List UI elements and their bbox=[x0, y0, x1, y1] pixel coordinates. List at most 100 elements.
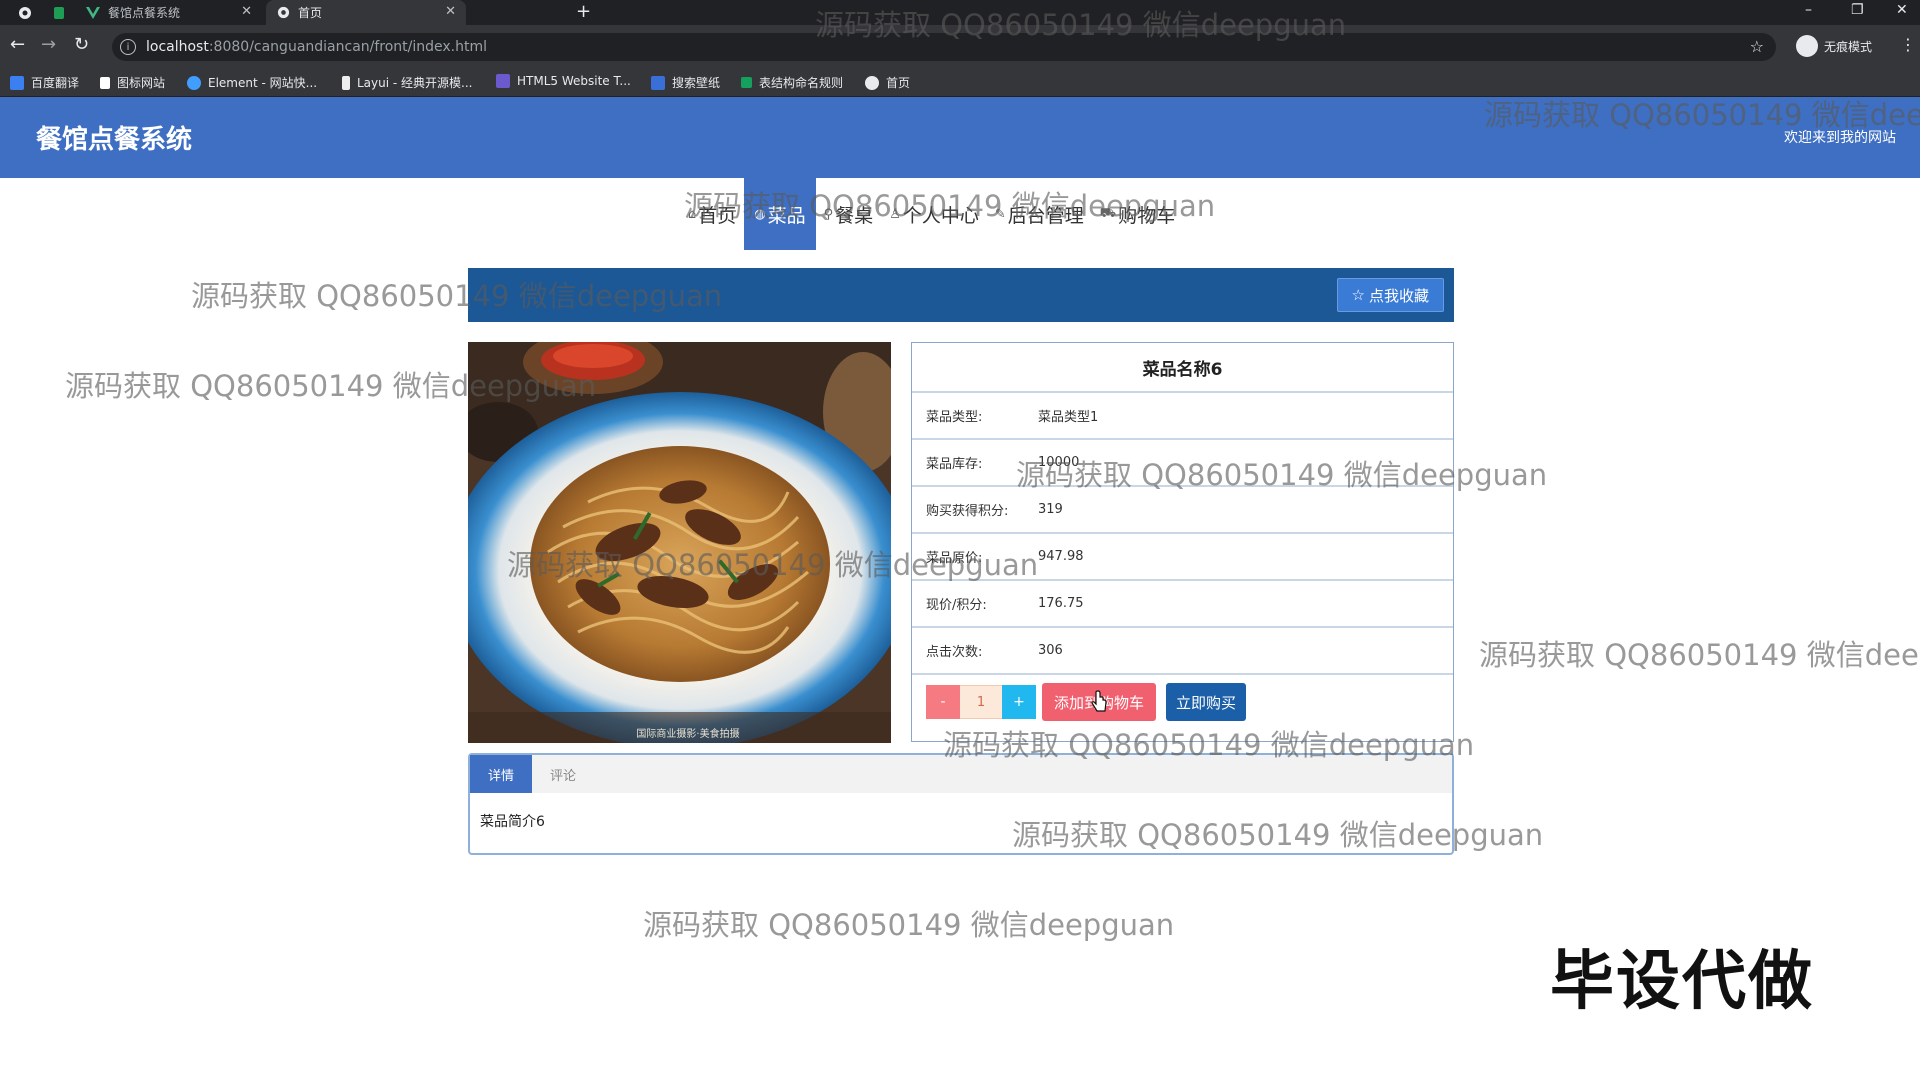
info-row-points: 购买获得积分: 319 bbox=[912, 487, 1453, 534]
chrome-menu-icon[interactable] bbox=[8, 0, 44, 25]
close-tab-icon[interactable]: ✕ bbox=[445, 4, 456, 19]
field-value: 10000 bbox=[1038, 455, 1080, 470]
tab-app-title[interactable]: 餐馆点餐系统 ✕ bbox=[76, 0, 262, 25]
nav-item-admin[interactable]: ✎ 后台管理 bbox=[987, 178, 1092, 250]
field-label: 购买获得积分: bbox=[926, 504, 1009, 519]
bookmark-label: 百度翻译 bbox=[31, 76, 80, 90]
close-window-icon[interactable]: ✕ bbox=[1896, 2, 1908, 18]
bookmark-item[interactable]: 首页 bbox=[865, 74, 910, 91]
info-row-stock: 菜品库存: 10000 bbox=[912, 440, 1453, 487]
url-host: localhost bbox=[146, 39, 209, 55]
favorite-button[interactable]: ☆ 点我收藏 bbox=[1336, 278, 1444, 312]
info-row-current-price: 现价/积分: 176.75 bbox=[912, 581, 1453, 628]
bookmark-item[interactable]: 百度翻译 bbox=[10, 74, 79, 91]
field-label: 现价/积分: bbox=[926, 598, 987, 613]
sheet-icon bbox=[741, 77, 752, 88]
tab-details[interactable]: 详情 bbox=[470, 755, 533, 793]
back-icon[interactable]: ← bbox=[10, 36, 25, 54]
noodle-dish-photo: 国际商业摄影·美食拍摄 bbox=[468, 342, 891, 743]
nav-label: 菜品 bbox=[767, 204, 806, 227]
forward-icon[interactable]: → bbox=[41, 36, 56, 54]
tab-comments[interactable]: 评论 bbox=[532, 755, 594, 793]
flag-icon bbox=[100, 76, 110, 89]
star-icon: ☆ bbox=[1351, 286, 1365, 304]
close-tab-icon[interactable]: ✕ bbox=[241, 4, 252, 19]
nav-label: 首页 bbox=[698, 204, 737, 227]
browser-tab-strip: 餐馆点餐系统 ✕ 首页 ✕ + – ❐ ✕ bbox=[0, 0, 1920, 25]
field-value: 306 bbox=[1038, 643, 1063, 658]
nav-item-tables[interactable]: ⚲ 餐桌 bbox=[816, 178, 882, 250]
nav-label: 个人中心 bbox=[902, 204, 979, 227]
watermark-text: 源码获取 QQ86050149 微信deepguan bbox=[1479, 638, 1920, 672]
cart-icon: ⛟ bbox=[1099, 205, 1117, 221]
pinned-tab-sheet-icon[interactable] bbox=[44, 0, 74, 25]
info-row-clicks: 点击次数: 306 bbox=[912, 628, 1453, 675]
address-bar[interactable]: i localhost:8080/canguandiancan/front/in… bbox=[112, 33, 1776, 61]
bookmarks-bar: 百度翻译 图标网站 Element - 网站快... Layui - 经典开源模… bbox=[0, 67, 1920, 97]
info-row-type: 菜品类型: 菜品类型1 bbox=[912, 393, 1453, 440]
tab-home[interactable]: 首页 ✕ bbox=[266, 0, 466, 25]
nav-item-profile[interactable]: ♙ 个人中心 bbox=[881, 178, 987, 250]
chrome-page-icon bbox=[276, 6, 290, 20]
bookmark-item[interactable]: 表结构命名规则 bbox=[741, 74, 843, 91]
quantity-increase-button[interactable]: + bbox=[1002, 685, 1036, 719]
bookmark-label: 搜索壁纸 bbox=[672, 76, 721, 90]
chrome-page-icon bbox=[865, 75, 879, 90]
tab-title: 首页 bbox=[298, 6, 323, 20]
bookmark-icon bbox=[10, 75, 24, 90]
photo-caption: 国际商业摄影·美食拍摄 bbox=[636, 727, 739, 740]
field-label: 菜品库存: bbox=[926, 457, 983, 472]
browser-menu-icon[interactable]: ⋮ bbox=[1900, 35, 1916, 54]
incognito-indicator[interactable]: 无痕模式 bbox=[1796, 35, 1872, 57]
bookmark-item[interactable]: 图标网站 bbox=[100, 74, 165, 91]
new-tab-icon[interactable]: + bbox=[576, 1, 591, 22]
site-info-icon[interactable]: i bbox=[120, 39, 136, 55]
nav-label: 餐桌 bbox=[835, 204, 874, 227]
bookmark-item[interactable]: Element - 网站快... bbox=[187, 74, 317, 91]
url-path: :8080/canguandiancan/front/index.html bbox=[208, 39, 488, 55]
favorite-label: 点我收藏 bbox=[1368, 286, 1429, 305]
incognito-label: 无痕模式 bbox=[1824, 39, 1873, 54]
purchase-actions: - 1 + 添加到购物车 立即购买 bbox=[912, 675, 1453, 729]
vue-logo-icon bbox=[86, 6, 100, 20]
bookmark-item[interactable]: 搜索壁纸 bbox=[651, 74, 720, 91]
field-value: 176.75 bbox=[1038, 596, 1084, 611]
url-text[interactable]: localhost:8080/canguandiancan/front/inde… bbox=[146, 39, 487, 55]
wrench-icon: ✎ bbox=[994, 206, 1006, 222]
tab-title: 餐馆点餐系统 bbox=[108, 6, 181, 20]
field-value: 319 bbox=[1038, 502, 1063, 517]
tab-header: 详情 评论 bbox=[470, 755, 1452, 793]
layui-logo-icon bbox=[342, 75, 350, 90]
element-logo-icon bbox=[187, 75, 201, 90]
product-image: 国际商业摄影·美食拍摄 bbox=[468, 342, 891, 743]
nav-item-dishes[interactable]: ◍ 菜品 bbox=[744, 178, 816, 250]
field-value: 947.98 bbox=[1038, 549, 1084, 564]
nav-label: 后台管理 bbox=[1007, 204, 1084, 227]
hand-cursor-icon bbox=[1091, 690, 1107, 712]
wallpaper-site-icon bbox=[651, 75, 665, 90]
field-value: 菜品类型1 bbox=[1038, 410, 1099, 425]
bookmark-item[interactable]: HTML5 Website T... bbox=[496, 74, 631, 88]
product-description: 菜品简介6 bbox=[480, 814, 545, 830]
breadcrumb-bar: ☆ 点我收藏 bbox=[468, 268, 1454, 322]
link-icon: ⚲ bbox=[823, 206, 834, 222]
quantity-input[interactable]: 1 bbox=[960, 685, 1002, 719]
bookmark-star-icon[interactable]: ☆ bbox=[1750, 37, 1764, 56]
page-root: 餐馆点餐系统 ✕ 首页 ✕ + – ❐ ✕ ← → ↻ i localhost:… bbox=[0, 0, 1920, 1072]
bookmark-label: 表结构命名规则 bbox=[759, 76, 844, 90]
bookmark-label: Layui - 经典开源模... bbox=[357, 76, 473, 90]
product-info-table: 菜品名称6 菜品类型: 菜品类型1 菜品库存: 10000 购买获得积分: 319 菜… bbox=[911, 342, 1454, 742]
promo-stamp-text: 毕设代做 bbox=[1550, 945, 1814, 1019]
info-row-original-price: 菜品原价: 947.98 bbox=[912, 534, 1453, 581]
buy-now-button[interactable]: 立即购买 bbox=[1166, 683, 1247, 721]
restore-icon[interactable]: ❐ bbox=[1851, 2, 1864, 18]
nav-item-cart[interactable]: ⛟ 购物车 bbox=[1092, 178, 1183, 250]
quantity-decrease-button[interactable]: - bbox=[926, 685, 960, 719]
reload-icon[interactable]: ↻ bbox=[74, 36, 89, 54]
minimize-icon[interactable]: – bbox=[1805, 2, 1812, 18]
main-nav: ⌂ 首页 ◍ 菜品 ⚲ 餐桌 ♙ 个人中心 ✎ 后台管理 ⛟ 购物车 bbox=[680, 178, 1183, 250]
nav-item-home[interactable]: ⌂ 首页 bbox=[680, 178, 744, 250]
bookmark-item[interactable]: Layui - 经典开源模... bbox=[342, 74, 472, 91]
home-icon: ⌂ bbox=[688, 206, 697, 222]
bookmark-label: 图标网站 bbox=[117, 76, 166, 90]
